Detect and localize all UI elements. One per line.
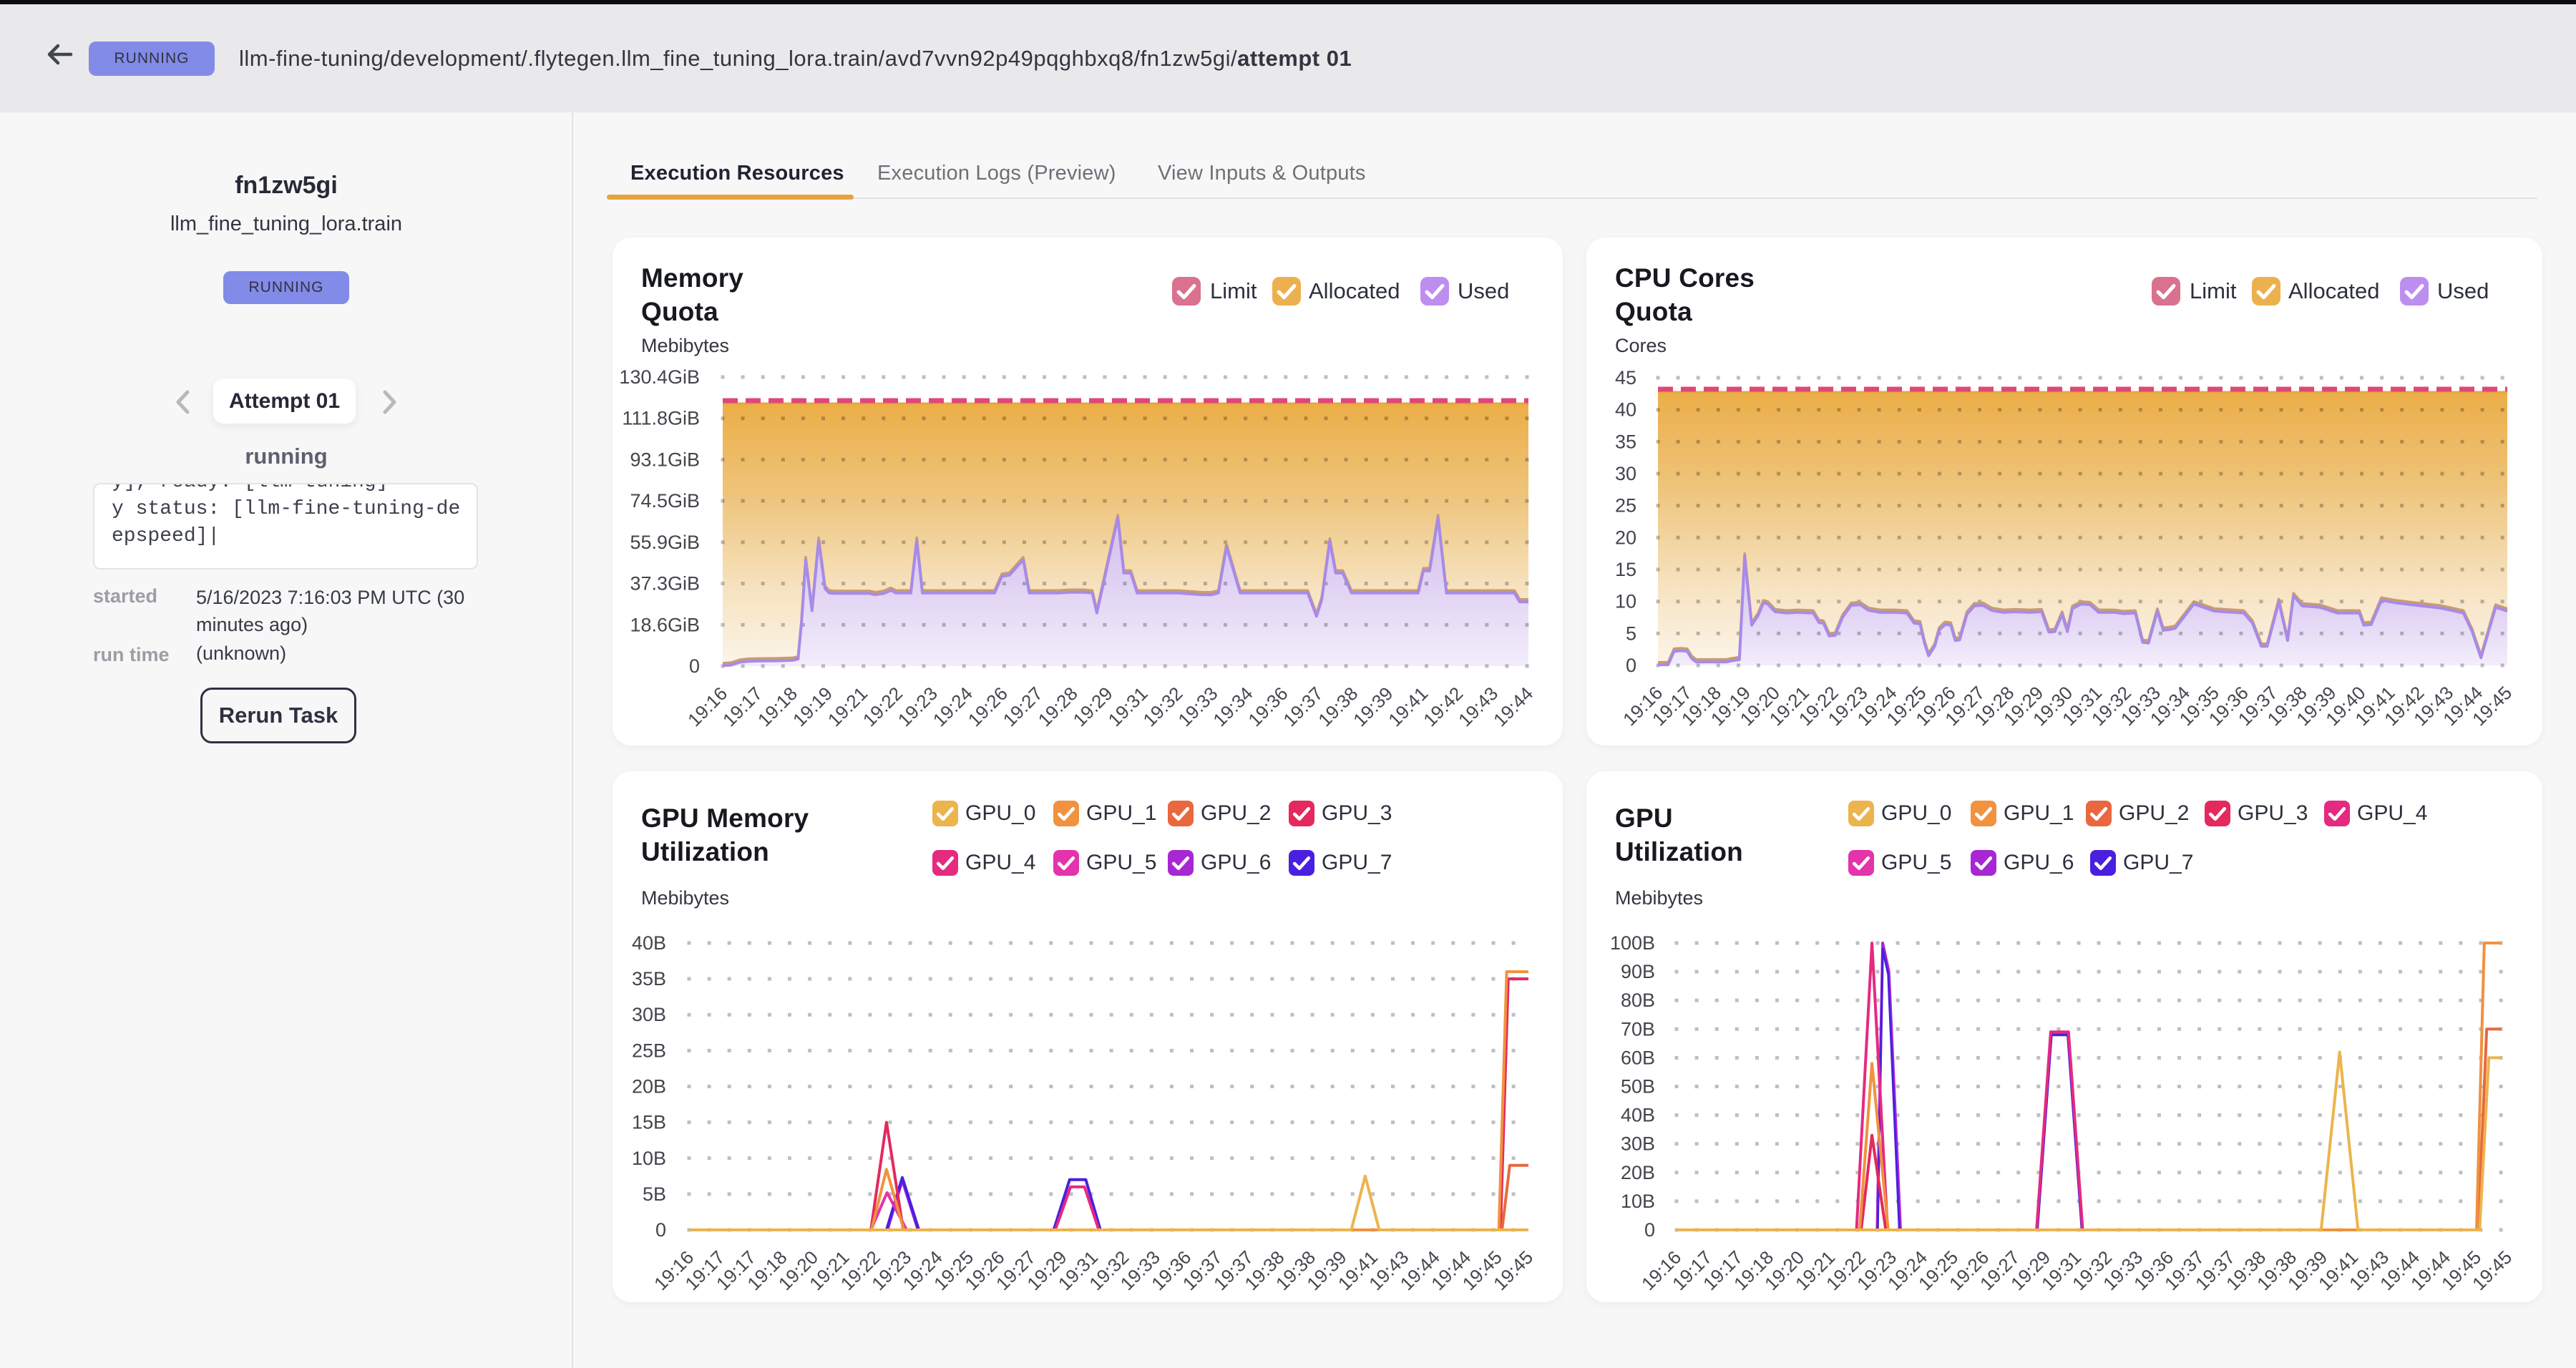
- svg-text:45: 45: [1615, 367, 1636, 389]
- svg-text:19:22: 19:22: [859, 683, 907, 731]
- svg-text:19:31: 19:31: [1104, 683, 1152, 731]
- svg-text:0: 0: [1626, 655, 1636, 676]
- svg-text:19:24: 19:24: [929, 683, 977, 731]
- svg-text:19:41: 19:41: [1384, 683, 1432, 731]
- svg-text:20: 20: [1615, 527, 1636, 548]
- svg-text:19:43: 19:43: [1454, 683, 1502, 731]
- svg-text:40B: 40B: [632, 932, 666, 954]
- svg-text:5: 5: [1626, 622, 1636, 644]
- svg-text:19:23: 19:23: [894, 683, 942, 731]
- svg-text:19:19: 19:19: [789, 683, 836, 731]
- svg-text:15: 15: [1615, 559, 1636, 580]
- svg-text:19:18: 19:18: [753, 683, 801, 731]
- svg-text:15B: 15B: [632, 1112, 666, 1133]
- svg-text:19:42: 19:42: [1419, 683, 1467, 731]
- svg-text:10B: 10B: [632, 1148, 666, 1169]
- svg-text:19:21: 19:21: [824, 683, 872, 731]
- svg-text:19:32: 19:32: [1138, 683, 1186, 731]
- svg-text:35B: 35B: [632, 968, 666, 990]
- svg-text:90B: 90B: [1621, 961, 1655, 982]
- svg-text:19:27: 19:27: [999, 683, 1047, 731]
- svg-text:35: 35: [1615, 431, 1636, 452]
- svg-text:19:17: 19:17: [718, 683, 766, 731]
- svg-text:5B: 5B: [643, 1183, 666, 1205]
- svg-text:100B: 100B: [1610, 932, 1655, 954]
- svg-text:30B: 30B: [1621, 1133, 1655, 1155]
- svg-text:19:36: 19:36: [1244, 683, 1292, 731]
- svg-text:40: 40: [1615, 399, 1636, 421]
- svg-text:74.5GiB: 74.5GiB: [630, 490, 700, 512]
- svg-text:19:39: 19:39: [1349, 683, 1397, 731]
- svg-text:30B: 30B: [632, 1004, 666, 1025]
- svg-text:0: 0: [689, 655, 700, 677]
- svg-text:60B: 60B: [1621, 1047, 1655, 1068]
- svg-text:18.6GiB: 18.6GiB: [630, 614, 700, 635]
- svg-text:25B: 25B: [632, 1040, 666, 1061]
- svg-text:37.3GiB: 37.3GiB: [630, 573, 700, 595]
- svg-text:19:38: 19:38: [1314, 683, 1362, 731]
- svg-text:55.9GiB: 55.9GiB: [630, 532, 700, 553]
- svg-text:19:28: 19:28: [1034, 683, 1082, 731]
- svg-text:19:16: 19:16: [683, 683, 731, 731]
- svg-text:111.8GiB: 111.8GiB: [622, 408, 700, 429]
- svg-text:70B: 70B: [1621, 1018, 1655, 1040]
- svg-text:19:29: 19:29: [1069, 683, 1117, 731]
- svg-text:19:34: 19:34: [1209, 683, 1257, 731]
- svg-text:19:26: 19:26: [964, 683, 1012, 731]
- svg-text:0: 0: [655, 1219, 666, 1241]
- svg-text:20B: 20B: [632, 1076, 666, 1098]
- svg-text:19:33: 19:33: [1174, 683, 1221, 731]
- svg-text:19:37: 19:37: [1279, 683, 1327, 731]
- svg-text:0: 0: [1644, 1219, 1655, 1241]
- svg-text:10B: 10B: [1621, 1191, 1655, 1212]
- svg-text:50B: 50B: [1621, 1076, 1655, 1098]
- svg-text:80B: 80B: [1621, 990, 1655, 1011]
- svg-text:10: 10: [1615, 591, 1636, 612]
- svg-text:20B: 20B: [1621, 1162, 1655, 1183]
- svg-text:40B: 40B: [1621, 1105, 1655, 1126]
- svg-text:130.4GiB: 130.4GiB: [619, 366, 700, 388]
- svg-text:19:44: 19:44: [1489, 683, 1537, 731]
- svg-text:93.1GiB: 93.1GiB: [630, 449, 700, 470]
- svg-text:30: 30: [1615, 463, 1636, 484]
- svg-text:25: 25: [1615, 495, 1636, 517]
